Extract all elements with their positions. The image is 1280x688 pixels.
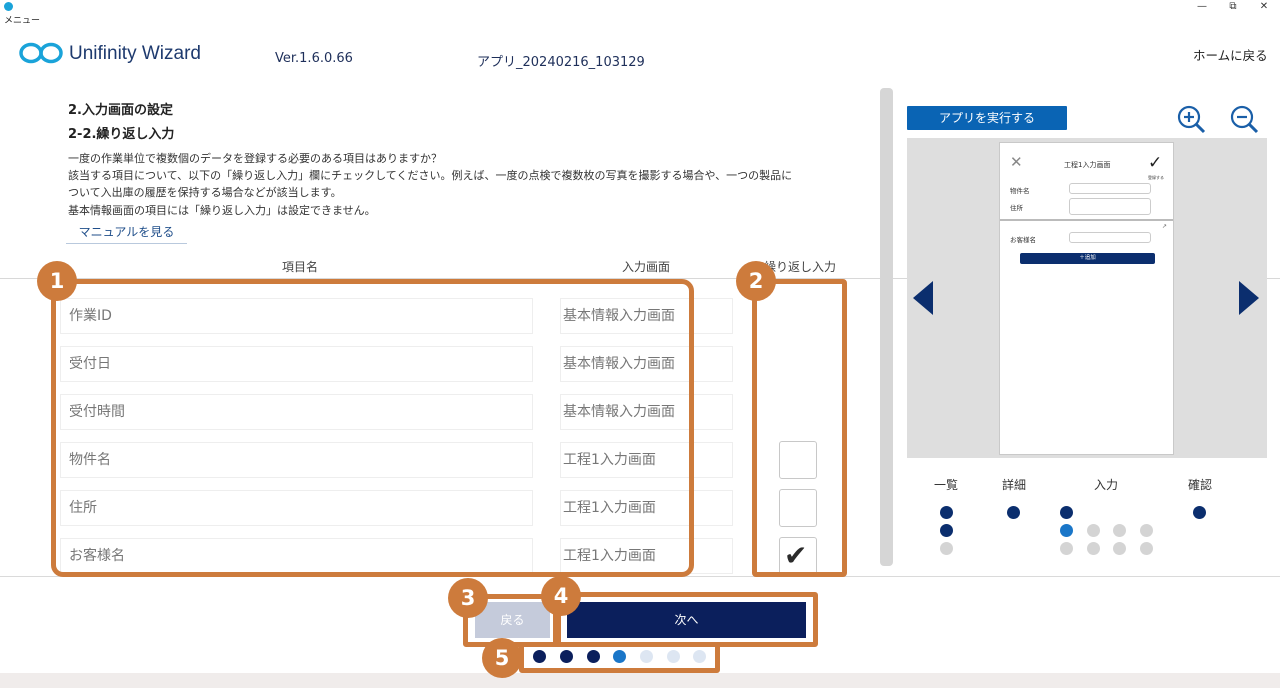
callout-box-4: [556, 592, 818, 647]
preview-input: [1069, 198, 1151, 215]
maximize-button[interactable]: ⧉: [1217, 0, 1249, 14]
screen-dot[interactable]: [1060, 506, 1073, 519]
callout-badge-3: 3: [448, 578, 488, 618]
preview-field-label: 物件名: [1010, 187, 1030, 195]
close-icon: ✕: [1010, 153, 1023, 171]
step-label-confirm[interactable]: 確認: [1188, 476, 1212, 493]
manual-link[interactable]: マニュアルを見る: [66, 222, 187, 244]
preview-add-button: ＋追加: [1020, 253, 1155, 264]
zoom-in-icon[interactable]: [1175, 103, 1207, 135]
close-window-button[interactable]: ✕: [1248, 0, 1280, 14]
callout-badge-2: 2: [736, 261, 776, 301]
screen-dot[interactable]: [1060, 542, 1073, 555]
header-repeat-input: 繰り返し入力: [764, 260, 837, 274]
left-arrow-icon[interactable]: [913, 281, 935, 315]
screen-dot[interactable]: [1113, 542, 1126, 555]
screen-dot[interactable]: [1140, 542, 1153, 555]
confirm-icon: ✓: [1148, 153, 1163, 173]
window-title: メニュー: [4, 16, 41, 26]
app-name-label: アプリ_20240216_103129: [477, 55, 645, 70]
callout-badge-5: 5: [482, 638, 522, 678]
preview-input: [1069, 232, 1151, 243]
callout-badge-1: 1: [37, 261, 77, 301]
description-line: 基本情報画面の項目には「繰り返し入力」は設定できません。: [68, 204, 376, 217]
callout-box-2: [752, 279, 847, 577]
callout-box-5: [519, 642, 720, 673]
screen-dot[interactable]: [940, 524, 953, 537]
preview-field-label: お客様名: [1010, 236, 1036, 244]
phone-preview: ✕ 工程1入力画面 ✓ 登録する 物件名 住所 ↗ お客様名 ＋追加: [999, 142, 1174, 455]
callout-badge-4: 4: [541, 576, 581, 616]
screen-dot[interactable]: [1113, 524, 1126, 537]
confirm-label: 登録する: [1148, 175, 1164, 180]
minimize-button[interactable]: —: [1186, 0, 1218, 14]
header-item-name: 項目名: [282, 260, 319, 274]
description-line: 該当する項目について、以下の「繰り返し入力」欄にチェックしてください。例えば、一…: [68, 169, 793, 182]
app-icon: [4, 2, 13, 11]
section-title: 2.入力画面の設定: [68, 103, 173, 118]
right-arrow-icon[interactable]: [1239, 281, 1261, 315]
callout-box-1: [51, 279, 694, 577]
header-input-screen: 入力画面: [622, 260, 671, 274]
screen-dot-current[interactable]: [1060, 524, 1073, 537]
step-label-input[interactable]: 入力: [1094, 476, 1118, 493]
screen-dot[interactable]: [1007, 506, 1020, 519]
run-app-button[interactable]: アプリを実行する: [907, 106, 1067, 130]
description-line: ついて入出庫の履歴を保持する場合などが該当します。: [68, 186, 342, 199]
brand-name: Unifinity Wizard: [69, 43, 201, 64]
screen-dot[interactable]: [1087, 524, 1100, 537]
vertical-scrollbar[interactable]: [880, 88, 893, 566]
description-line: 一度の作業単位で複数個のデータを登録する必要のある項目はありますか？: [68, 152, 442, 165]
screen-dot[interactable]: [1140, 524, 1153, 537]
screen-dot[interactable]: [940, 542, 953, 555]
sub-title: 2-2.繰り返し入力: [68, 127, 175, 142]
screen-dot[interactable]: [1193, 506, 1206, 519]
preview-input: [1069, 183, 1151, 194]
footer-strip: [0, 673, 1280, 688]
step-label-list[interactable]: 一覧: [934, 476, 958, 493]
unifinity-logo: [19, 42, 63, 64]
version-label: Ver.1.6.0.66: [275, 51, 353, 66]
preview-separator: [1000, 219, 1173, 221]
screen-dot[interactable]: [1087, 542, 1100, 555]
repeat-marker-icon: ↗: [1162, 223, 1168, 230]
step-label-detail[interactable]: 詳細: [1002, 476, 1026, 493]
preview-field-label: 住所: [1010, 204, 1023, 212]
preview-screen-title: 工程1入力画面: [1064, 161, 1111, 169]
title-bar: メニュー — ⧉ ✕: [0, 0, 1280, 28]
screen-dot[interactable]: [940, 506, 953, 519]
zoom-out-icon[interactable]: [1228, 103, 1260, 135]
home-link[interactable]: ホームに戻る: [1193, 45, 1268, 64]
